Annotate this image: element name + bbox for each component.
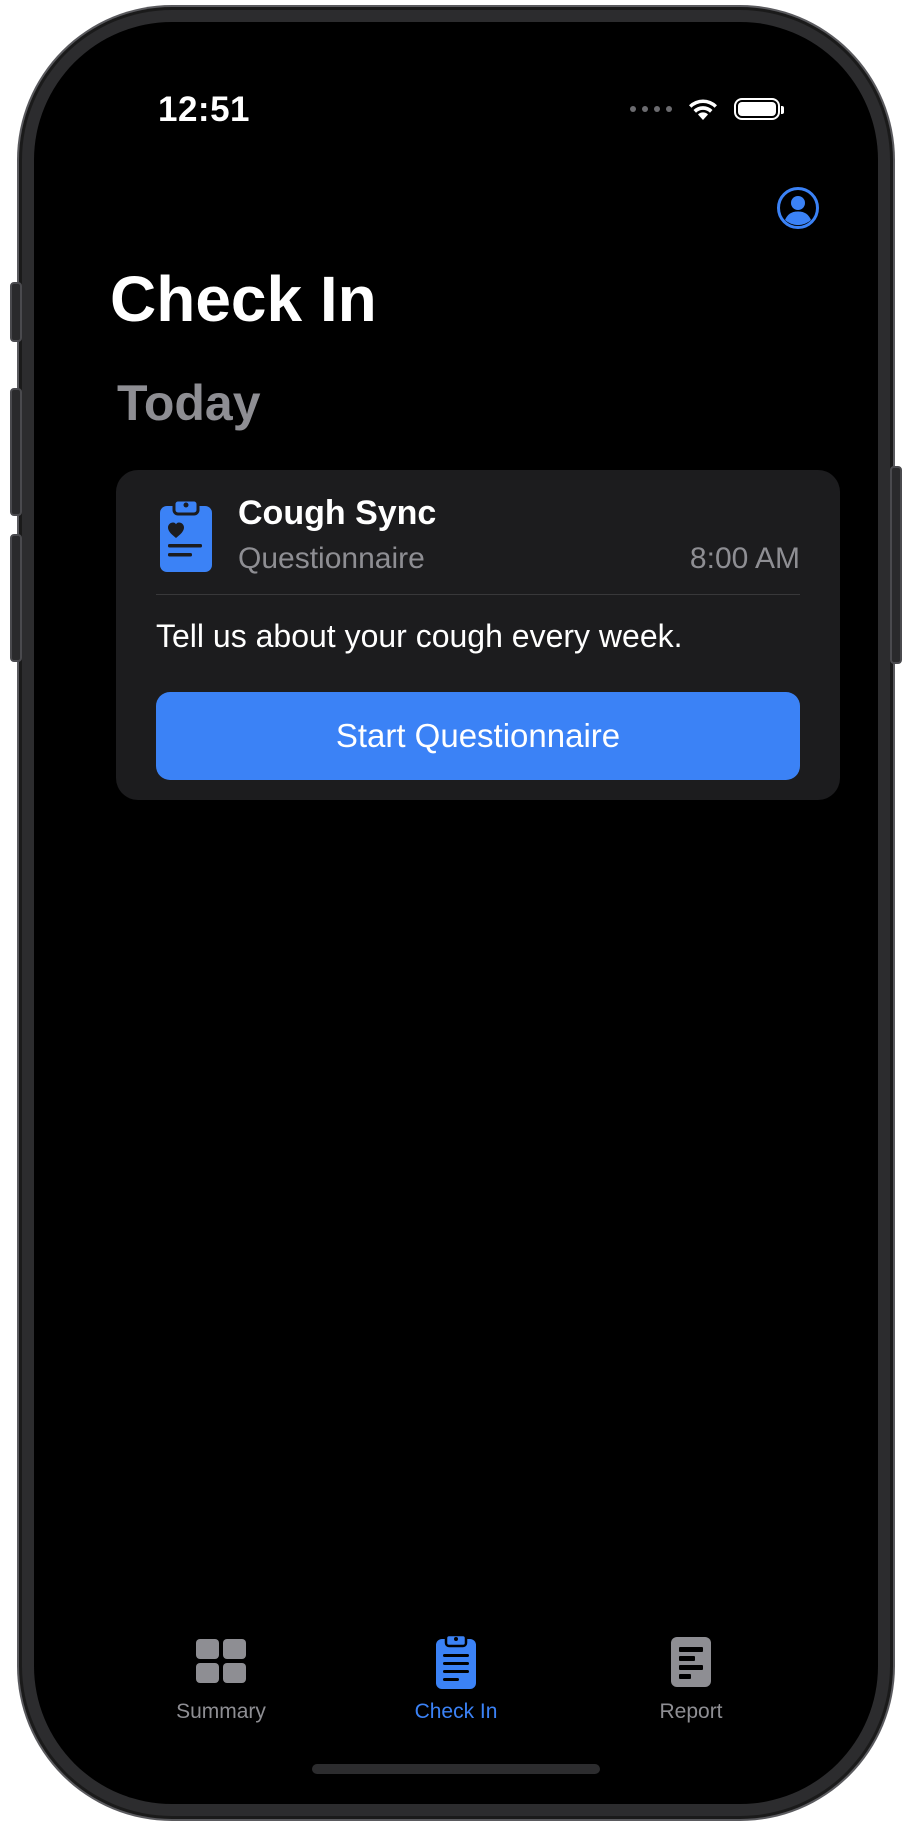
signal-dots-icon xyxy=(630,106,672,112)
home-indicator[interactable] xyxy=(312,1764,600,1774)
divider xyxy=(156,594,800,595)
volume-down-button xyxy=(10,534,22,662)
task-card: Cough Sync Questionnaire 8:00 AM Tell us… xyxy=(116,470,840,800)
tab-check-in[interactable]: Check In xyxy=(356,1634,556,1724)
volume-up-button xyxy=(10,388,22,516)
task-subtitle: Questionnaire xyxy=(238,542,425,575)
tab-label-summary: Summary xyxy=(176,1700,266,1723)
device-frame: 12:51 Check In Today Cough Sync Question… xyxy=(10,10,902,1816)
action-button xyxy=(10,282,22,342)
section-title: Today xyxy=(117,375,261,431)
start-questionnaire-button[interactable]: Start Questionnaire xyxy=(156,692,800,780)
tab-label-report: Report xyxy=(659,1700,723,1723)
tab-report[interactable]: Report xyxy=(591,1634,791,1724)
wifi-icon xyxy=(689,99,717,120)
power-button xyxy=(890,466,902,664)
clipboard-heart-icon xyxy=(160,498,212,572)
clipboard-icon xyxy=(436,1634,476,1689)
task-description: Tell us about your cough every week. xyxy=(156,618,683,654)
task-title: Cough Sync xyxy=(238,494,437,532)
person-circle-icon[interactable] xyxy=(776,186,820,230)
status-icons xyxy=(630,96,784,122)
status-time: 12:51 xyxy=(158,90,251,129)
task-time: 8:00 AM xyxy=(689,542,800,575)
battery-icon xyxy=(734,98,784,120)
document-icon xyxy=(671,1637,711,1687)
tab-summary[interactable]: Summary xyxy=(121,1634,321,1724)
grid-icon xyxy=(196,1639,246,1683)
screen: 12:51 Check In Today Cough Sync Question… xyxy=(34,22,878,1804)
page-title: Check In xyxy=(110,263,377,335)
tab-label-check-in: Check In xyxy=(414,1700,498,1723)
tab-bar: Summary Check In Report xyxy=(34,1634,878,1734)
